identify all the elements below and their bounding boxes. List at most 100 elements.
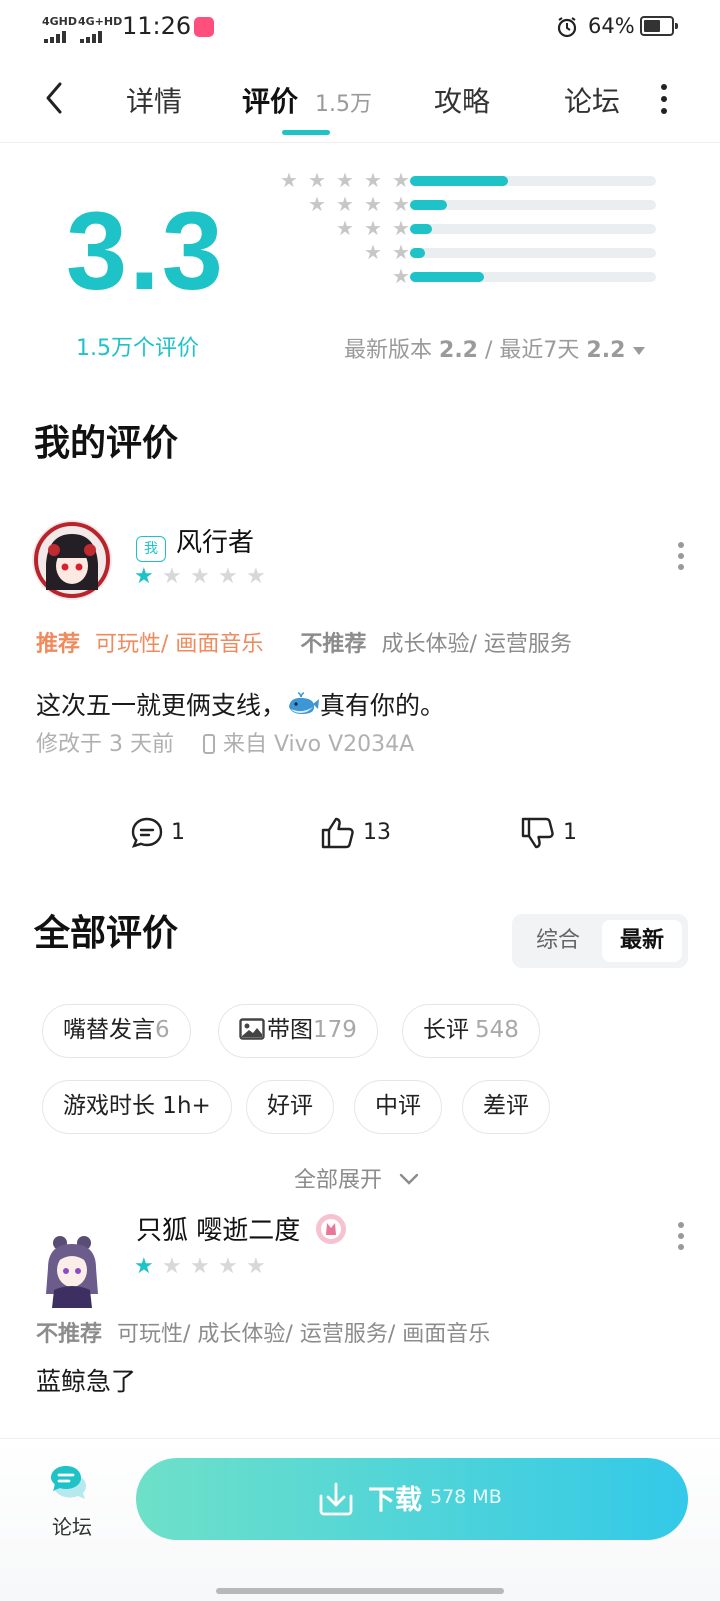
chip-count: 6: [155, 1017, 170, 1043]
filter-chip[interactable]: 差评: [462, 1080, 550, 1134]
signal-label-2: 4G+HD: [78, 15, 123, 28]
signal-bars-icon: [44, 28, 74, 47]
distribution-stars-5: ★ ★ ★ ★ ★: [266, 168, 410, 194]
star-icon: ★: [308, 168, 326, 192]
device-name: 来自 Vivo V2034A: [222, 732, 415, 757]
signal-bars-icon-2: [80, 28, 112, 47]
chip-label: 差评: [483, 1093, 529, 1119]
like-count: 13: [363, 820, 391, 845]
star-icon: ★: [218, 1254, 238, 1279]
tab-details[interactable]: 详情: [126, 80, 182, 120]
signal-label-1: 4GHD: [42, 15, 78, 28]
review-tags: 不推荐 可玩性/ 成长体验/ 运营服务/ 画面音乐: [36, 1316, 490, 1348]
distribution-bar-fill: [410, 176, 508, 186]
recommend-label: 推荐: [36, 632, 81, 657]
chip-label: 带图: [267, 1017, 313, 1043]
distribution-bar-2: [410, 248, 656, 258]
star-icon: ★: [364, 192, 382, 216]
distribution-stars-3: ★ ★ ★: [266, 216, 410, 242]
user-badge-icon: [315, 1213, 347, 1245]
sort-option-overall[interactable]: 综合: [518, 920, 598, 962]
like-button[interactable]: 13: [320, 816, 391, 850]
filter-chip[interactable]: 好评: [246, 1080, 334, 1134]
star-icon: ★: [134, 564, 154, 589]
star-icon: ★: [162, 564, 182, 589]
tab-forum[interactable]: 论坛: [564, 80, 620, 120]
sort-option-latest[interactable]: 最新: [602, 920, 682, 962]
my-review-more-icon[interactable]: [678, 542, 684, 575]
thumbs-down-icon: [521, 817, 554, 849]
comment-button[interactable]: 1: [130, 816, 185, 850]
distribution-bar-fill: [410, 248, 425, 258]
me-badge: 我: [136, 536, 166, 562]
distribution-stars-4: ★ ★ ★ ★: [266, 192, 410, 218]
star-icon: ★: [336, 192, 354, 216]
not-recommend-label: 不推荐: [36, 1322, 103, 1347]
my-username[interactable]: 风行者: [176, 522, 254, 559]
tab-reviews[interactable]: 评价: [242, 80, 298, 120]
review-more-icon[interactable]: [678, 1222, 684, 1255]
thumbs-up-icon: [321, 817, 354, 849]
expand-label: 全部展开: [294, 1168, 383, 1193]
expand-all-button[interactable]: 全部展开: [294, 1162, 419, 1194]
comment-icon: [131, 817, 163, 848]
star-icon: ★: [364, 216, 382, 240]
chip-count: 179: [313, 1017, 357, 1043]
distribution-bar-3: [410, 224, 656, 234]
phone-icon: [202, 734, 215, 754]
distribution-bar-4: [410, 200, 656, 210]
chip-label: 长评: [423, 1017, 469, 1043]
not-recommend-tags: 成长体验/ 运营服务: [381, 632, 572, 657]
not-recommend-label: 不推荐: [300, 632, 367, 657]
distribution-stars-2: ★ ★: [266, 242, 410, 266]
star-icon: ★: [392, 240, 410, 264]
back-arrow-icon[interactable]: [40, 80, 68, 120]
chevron-down-icon: [399, 1173, 419, 1185]
filter-chip[interactable]: 带图179: [218, 1004, 378, 1058]
distribution-stars-1: ★: [266, 266, 410, 290]
my-review-tags: 推荐 可玩性/ 画面音乐 不推荐 成长体验/ 运营服务: [36, 626, 572, 658]
download-size: 578 MB: [430, 1486, 502, 1508]
sort-toggle: 综合 最新: [512, 914, 688, 968]
distribution-bar-fill: [410, 224, 432, 234]
review-text: 蓝鲸急了: [36, 1367, 137, 1396]
forum-label[interactable]: 论坛: [52, 1511, 92, 1540]
star-icon: ★: [308, 192, 326, 216]
reviewer-username[interactable]: 只狐 嘤逝二度: [136, 1210, 347, 1247]
dislike-button[interactable]: 1: [520, 816, 577, 850]
comment-count: 1: [171, 820, 185, 845]
star-icon: ★: [246, 564, 266, 589]
more-vertical-icon[interactable]: [661, 84, 667, 120]
download-button[interactable]: 下载 578 MB: [136, 1458, 688, 1540]
tab-guides[interactable]: 攻略: [434, 80, 490, 120]
star-icon: ★: [134, 1254, 154, 1279]
star-icon: ★: [280, 168, 298, 192]
filter-chip[interactable]: 嘴替发言6: [42, 1004, 191, 1058]
avatar[interactable]: [32, 520, 112, 600]
my-rating-stars: ★ ★ ★ ★ ★: [134, 566, 274, 590]
chip-count: 548: [475, 1017, 519, 1043]
filter-chip[interactable]: 中评: [354, 1080, 442, 1134]
my-review-meta: 修改于 3 天前 来自 Vivo V2034A: [36, 726, 414, 758]
reviewer-name-text: 只狐 嘤逝二度: [136, 1216, 301, 1246]
home-indicator[interactable]: [216, 1588, 504, 1594]
star-icon: ★: [364, 168, 382, 192]
forum-chat-icon[interactable]: [48, 1462, 94, 1508]
star-icon: ★: [392, 192, 410, 216]
filter-chip[interactable]: 游戏时长 1h+: [42, 1080, 232, 1134]
star-icon: ★: [392, 168, 410, 192]
all-reviews-title: 全部评价: [34, 913, 179, 954]
star-icon: ★: [190, 564, 210, 589]
distribution-bar-1: [410, 272, 656, 282]
filter-chip[interactable]: 长评 548: [402, 1004, 540, 1058]
dislike-count: 1: [563, 820, 577, 845]
tab-active-indicator: [282, 130, 330, 135]
my-review-text: 这次五一就更俩支线， 真有你的。: [36, 686, 445, 722]
star-icon: ★: [392, 216, 410, 240]
chip-label: 中评: [375, 1093, 421, 1119]
battery-icon: [640, 16, 678, 36]
alarm-icon: [556, 16, 578, 42]
version-score-selector[interactable]: 最新版本 2.2 / 最近7天 2.2: [344, 332, 646, 364]
top-tab-bar: 详情 评价 1.5万 攻略 论坛: [0, 58, 720, 143]
avatar[interactable]: [32, 1228, 112, 1308]
